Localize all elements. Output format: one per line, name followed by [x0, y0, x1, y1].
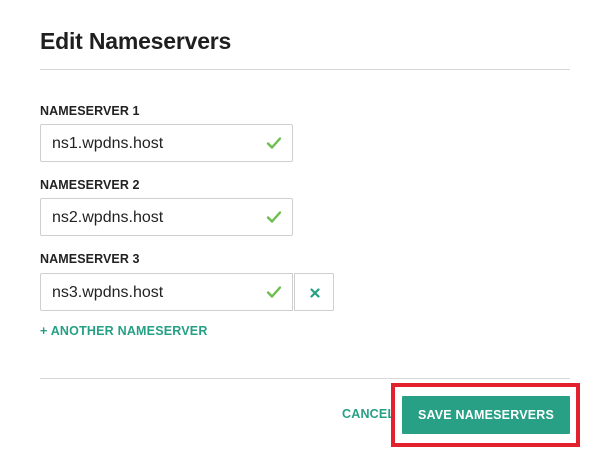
check-icon: [266, 286, 282, 298]
check-icon: [266, 211, 282, 223]
header-divider: [40, 69, 570, 70]
add-another-nameserver-link[interactable]: + ANOTHER NAMESERVER: [40, 324, 208, 338]
close-icon: [310, 288, 320, 298]
nameserver-3-field[interactable]: ns3.wpdns.host: [40, 273, 293, 311]
cancel-button[interactable]: CANCEL: [342, 407, 395, 421]
footer-divider: [40, 378, 570, 379]
nameserver-2-field[interactable]: ns2.wpdns.host: [40, 198, 293, 236]
nameserver-1-value: ns1.wpdns.host: [52, 135, 164, 152]
nameserver-1-field[interactable]: ns1.wpdns.host: [40, 124, 293, 162]
nameserver-2-value: ns2.wpdns.host: [52, 209, 164, 226]
nameserver-1-label: NAMESERVER 1: [40, 104, 140, 118]
dialog-title: Edit Nameservers: [40, 28, 232, 54]
remove-nameserver-3-button[interactable]: [294, 273, 334, 311]
check-icon: [266, 137, 282, 149]
nameserver-3-label: NAMESERVER 3: [40, 252, 140, 266]
save-nameservers-button[interactable]: SAVE NAMESERVERS: [402, 396, 570, 434]
nameserver-3-value: ns3.wpdns.host: [52, 284, 164, 301]
nameserver-2-label: NAMESERVER 2: [40, 178, 140, 192]
